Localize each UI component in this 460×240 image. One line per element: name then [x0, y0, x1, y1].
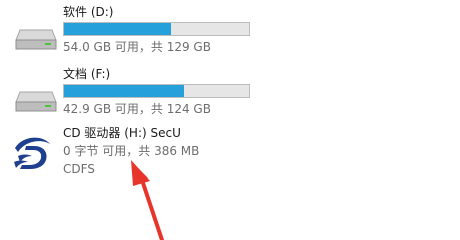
drive-name: 文档 (F:)	[63, 67, 111, 81]
drive-item-f[interactable]: 文档 (F:) 42.9 GB 可用，共 124 GB	[0, 62, 460, 122]
drive-item-d[interactable]: 软件 (D:) 54.0 GB 可用，共 129 GB	[0, 0, 460, 60]
hard-drive-icon	[15, 91, 57, 112]
usage-bar-fill	[64, 85, 185, 97]
usage-bar	[63, 22, 250, 36]
drive-filesystem: CDFS	[63, 162, 95, 176]
usage-bar	[63, 84, 250, 98]
usage-bar-fill	[64, 23, 172, 35]
drive-space-info: 0 字节 可用，共 386 MB	[63, 144, 200, 158]
drive-item-h[interactable]: CD 驱动器 (H:) SecU 0 字节 可用，共 386 MB CDFS	[0, 122, 460, 182]
drive-name: CD 驱动器 (H:) SecU	[63, 126, 181, 140]
hard-drive-icon	[15, 29, 57, 50]
drive-space-info: 54.0 GB 可用，共 129 GB	[63, 40, 211, 54]
drive-space-info: 42.9 GB 可用，共 124 GB	[63, 102, 211, 116]
drive-name: 软件 (D:)	[63, 5, 114, 19]
secu-logo-icon	[14, 137, 50, 169]
